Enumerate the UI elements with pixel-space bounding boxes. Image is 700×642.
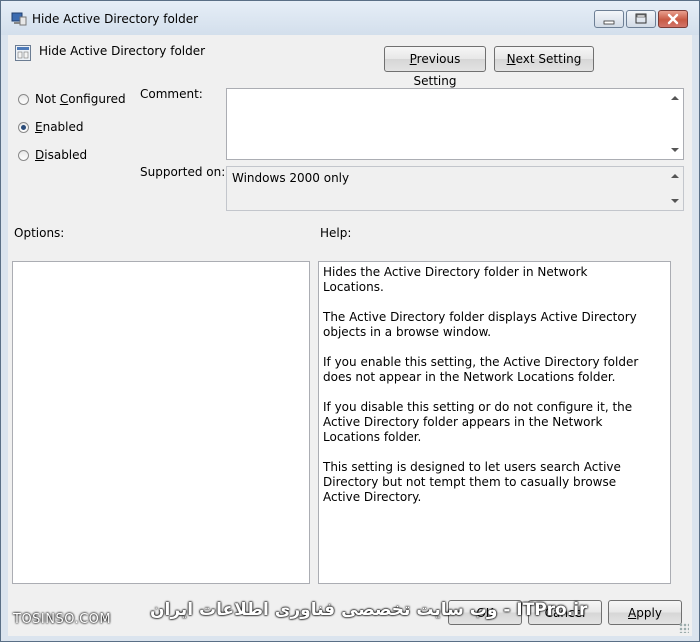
radio-not-configured-label: Not Configured [35,92,126,106]
supported-scrollbar[interactable] [666,167,683,210]
scroll-up-icon[interactable] [671,174,679,178]
help-label: Help: [320,226,352,240]
watermark-left: TOSINSO.COM [13,612,112,627]
window-title: Hide Active Directory folder [32,12,199,26]
radio-disabled-label: Disabled [35,148,88,162]
close-button[interactable] [658,10,688,28]
policy-title: Hide Active Directory folder [39,44,206,58]
comment-label: Comment: [140,87,203,101]
radio-not-configured-indicator[interactable] [18,93,29,105]
dialog-client-area: Hide Active Directory folder Previous Se… [8,35,692,636]
policy-computer-icon [11,12,27,26]
comment-scrollbar[interactable] [666,89,683,159]
radio-not-configured[interactable]: Not Configured [18,92,126,106]
comment-textarea[interactable] [226,88,684,160]
policy-setting-icon [15,45,31,61]
watermark-right: ITPro.ir - وب سایت تخصصی فناوری اطلاعات … [150,600,588,620]
radio-enabled-label: Enabled [35,120,84,134]
maximize-icon [635,13,647,24]
help-text: Hides the Active Directory folder in Net… [323,265,648,520]
radio-disabled[interactable]: Disabled [18,148,87,162]
supported-on-field: Windows 2000 only [226,166,684,211]
scroll-up-icon[interactable] [671,96,679,100]
resize-grip[interactable] [679,623,689,633]
radio-enabled[interactable]: Enabled [18,120,84,134]
supported-on-value: Windows 2000 only [232,171,350,185]
minimize-icon [603,20,615,25]
help-paragraph: If you enable this setting, the Active D… [323,355,639,384]
help-paragraph: Hides the Active Directory folder in Net… [323,265,588,294]
policy-setting-window: Hide Active Directory folder Hide Active… [0,0,700,642]
minimize-button[interactable] [594,10,624,28]
apply-button[interactable]: Apply [608,600,682,625]
maximize-button[interactable] [626,10,656,28]
options-label: Options: [14,226,65,240]
next-setting-button[interactable]: Next Setting [494,46,594,72]
title-bar[interactable]: Hide Active Directory folder [1,1,699,35]
radio-enabled-indicator[interactable] [18,121,29,133]
help-paragraph: If you disable this setting or do not co… [323,400,633,444]
options-panel [12,261,310,584]
scroll-down-icon[interactable] [671,199,679,203]
previous-setting-button[interactable]: Previous Setting [384,46,486,88]
close-icon [667,13,679,25]
help-paragraph: This setting is designed to let users se… [323,460,621,504]
help-paragraph: The Active Directory folder displays Act… [323,310,637,339]
radio-disabled-indicator[interactable] [18,149,29,161]
help-panel[interactable]: Hides the Active Directory folder in Net… [318,261,671,584]
supported-on-label: Supported on: [140,165,226,179]
scroll-down-icon[interactable] [671,148,679,152]
